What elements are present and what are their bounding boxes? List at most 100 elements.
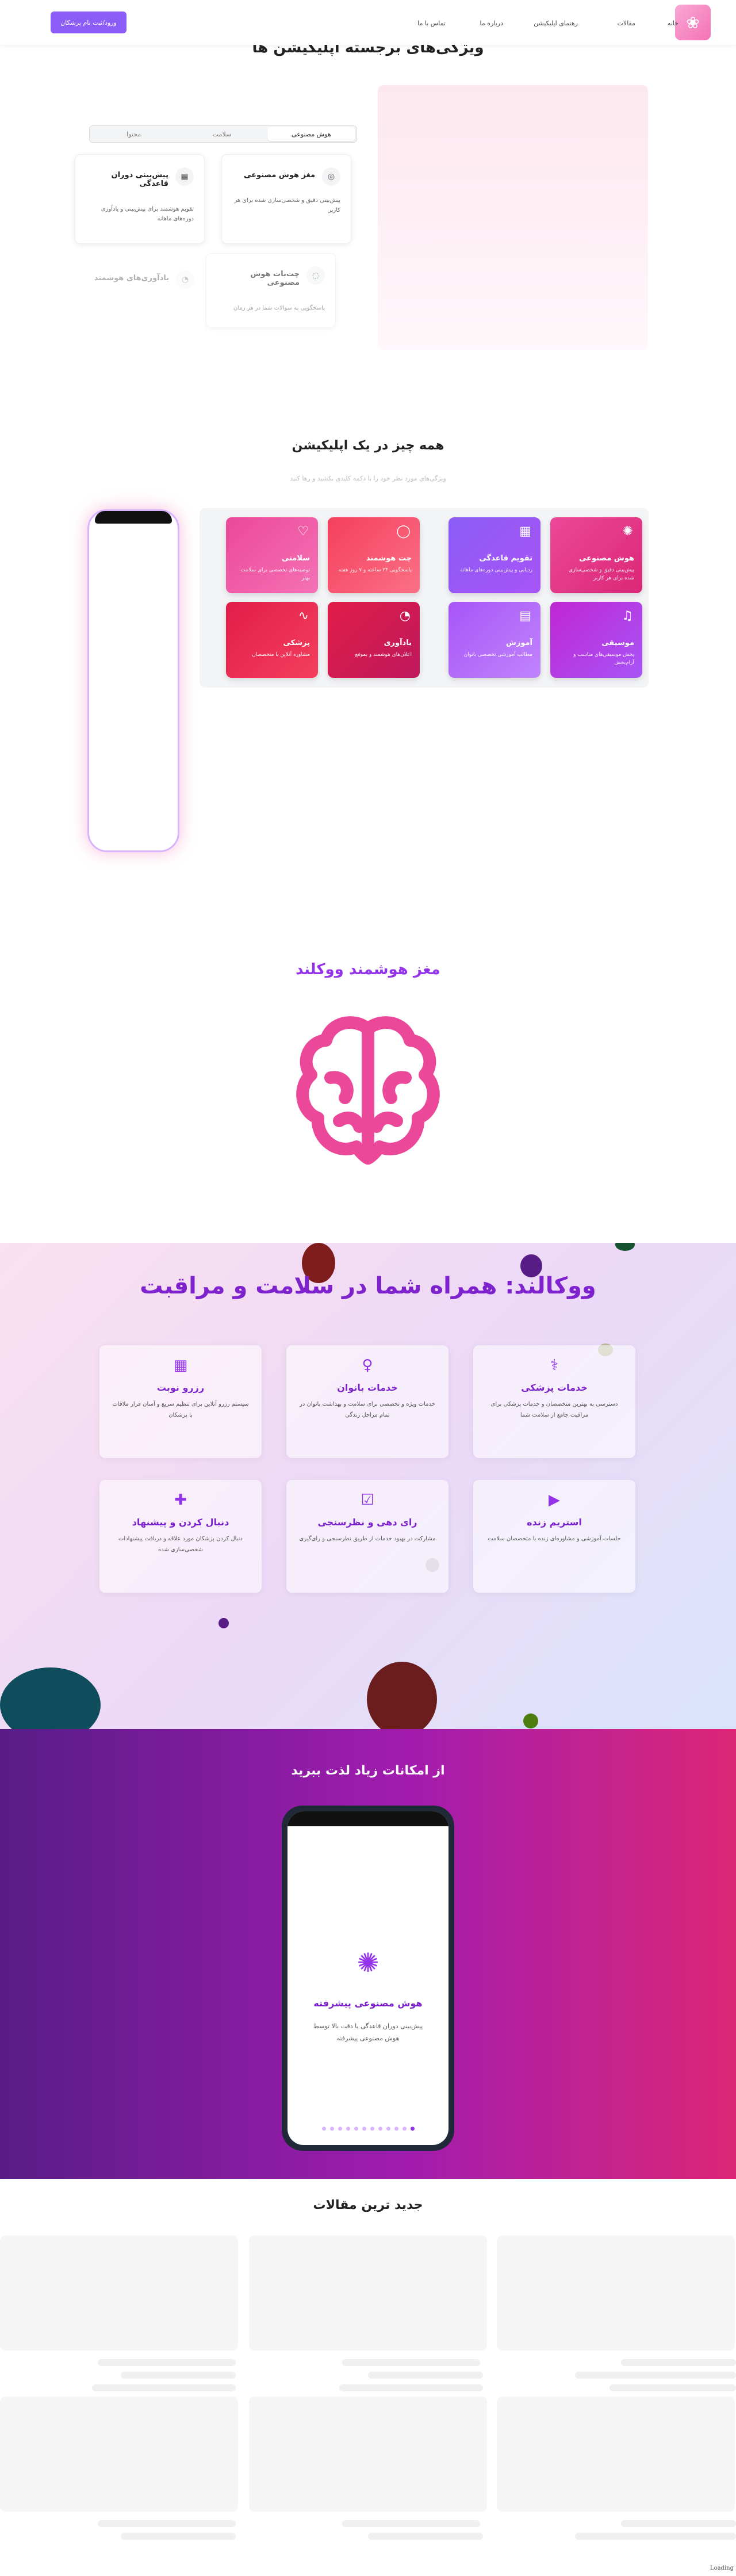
nav-about[interactable]: درباره ما: [480, 20, 503, 27]
skeleton-line: [98, 2359, 236, 2366]
grid-card-health[interactable]: ♡ سلامتی توصیه‌های تخصصی برای سلامت بهتر: [226, 517, 318, 593]
feature-card-title: یادآوری‌های هوشمند: [94, 274, 169, 283]
doctor-icon: ⚕: [550, 1357, 559, 1374]
slide-dot[interactable]: [410, 2127, 415, 2131]
header: ❀ خانه مقالات رهنمای اپلیکیشن درباره ما …: [0, 0, 736, 45]
slide-title: هوش مصنوعی پیشرفته: [313, 1998, 423, 2009]
grid-card-desc: اعلان‌های هوشمند و بموقع: [355, 652, 412, 658]
bell-icon: ◔: [399, 609, 411, 623]
slide-dot[interactable]: [346, 2127, 350, 2131]
grid-card-reminder[interactable]: ◔ یادآوری اعلان‌های هوشمند و بموقع: [328, 602, 420, 678]
service-card-desc: دسترسی به بهترین متخصصان و خدمات پزشکی ب…: [490, 1401, 618, 1418]
skeleton-line: [92, 2384, 236, 2391]
grid-card-music[interactable]: ♫ موسیقی پخش موسیقی‌های مناسب و آرام‌بخش: [550, 602, 642, 678]
nav-home[interactable]: خانه: [668, 20, 678, 27]
slide-dot[interactable]: [338, 2127, 342, 2131]
grid-card-ai[interactable]: ✺ هوش مصنوعی پیش‌بینی دقیق و شخصی‌سازی ش…: [550, 517, 642, 593]
grid-card-desc: توصیه‌های تخصصی برای سلامت بهتر: [240, 567, 310, 582]
services-title: ووکالند: همراه شما در سلامت و مراقبت: [140, 1273, 596, 1299]
skeleton-line: [121, 2372, 236, 2379]
slide-dot[interactable]: [362, 2127, 366, 2131]
grid-card-title: پزشکی: [283, 639, 310, 647]
feature-card-reminder[interactable]: ◔ یادآوری‌های هوشمند: [75, 258, 205, 321]
grid-card-desc: مطالب آموزشی تخصصی بانوان: [463, 652, 532, 658]
tab-health[interactable]: سلامت: [178, 126, 266, 142]
slide-dot[interactable]: [394, 2127, 398, 2131]
feature-preview-panel: [378, 85, 648, 350]
grid-card-title: تقویم قاعدگی: [479, 554, 533, 563]
user-plus-icon: ✚: [174, 1491, 187, 1509]
phone-top-bar: [288, 1811, 448, 1826]
doctor-login-button[interactable]: ورود/ثبت نام پزشکان: [51, 12, 126, 33]
skeleton-line: [342, 2359, 480, 2366]
skeleton-line: [575, 2372, 736, 2379]
slide-dot[interactable]: [329, 2127, 334, 2131]
phone-notch: [95, 511, 172, 524]
decor-blob: [0, 1667, 101, 1729]
service-card-desc: مشارکت در بهبود خدمات از طریق نظرسنجی و …: [299, 1536, 436, 1542]
enjoy-title: از امکانات زیاد لذت ببرید: [291, 1764, 445, 1778]
calendar-icon: ▦: [175, 167, 194, 186]
vote-icon: ☑: [361, 1491, 374, 1509]
service-card-title: خدمات بانوان: [337, 1382, 398, 1393]
nav-app-guide[interactable]: رهنمای اپلیکیشن: [534, 20, 578, 27]
chat-icon: ◯: [396, 524, 411, 539]
grid-card-calendar[interactable]: ▦ تقویم قاعدگی ردیابی و پیش‌بینی دوره‌ها…: [448, 517, 540, 593]
service-card-desc: خدمات ویژه و تخصصی برای سلامت و بهداشت ب…: [299, 1401, 436, 1418]
grid-card-medical[interactable]: ∿ پزشکی مشاوره آنلاین با متخصصان: [226, 602, 318, 678]
service-card-title: استریم زنده: [527, 1517, 582, 1528]
service-card-vote[interactable]: ☑ رای دهی و نظرسنجی مشارکت در بهبود خدما…: [286, 1480, 448, 1593]
slide-dot[interactable]: [402, 2127, 407, 2131]
service-card-desc: جلسات آموزشی و مشاوره‌ای زنده با متخصصان…: [488, 1536, 621, 1542]
service-card-title: دنبال کردن و پیشنهاد: [132, 1517, 229, 1528]
article-card-skeleton: [0, 2396, 238, 2512]
slide-dot[interactable]: [386, 2127, 390, 2131]
app-logo[interactable]: ❀: [675, 5, 711, 40]
service-card-women[interactable]: ♀ خدمات بانوان خدمات ویژه و تخصصی برای س…: [286, 1345, 448, 1458]
skeleton-line: [342, 2520, 480, 2527]
skeleton-line: [621, 2359, 736, 2366]
book-icon: ▤: [519, 609, 531, 623]
slide-dot[interactable]: [321, 2127, 326, 2131]
service-card-follow[interactable]: ✚ دنبال کردن و پیشنهاد دنبال کردن پزشکان…: [99, 1480, 262, 1593]
slide-dot[interactable]: [378, 2127, 382, 2131]
decor-blob: [615, 1243, 635, 1251]
grid-card-desc: ردیابی و پیش‌بینی دوره‌های ماهانه: [460, 567, 532, 573]
feature-card-period[interactable]: ▦ پیش‌بینی دوران قاعدگی تقویم هوشمند برا…: [75, 154, 205, 244]
grid-card-chat[interactable]: ◯ چت هوشمند پاسخگویی ۲۴ ساعته و ۷ روز هف…: [328, 517, 420, 593]
skeleton-line: [98, 2520, 236, 2527]
service-card-medical[interactable]: ⚕ خدمات پزشکی دسترسی به بهترین متخصصان و…: [473, 1345, 635, 1458]
phone-screen: ✺ هوش مصنوعی پیشرفته پیش‌بینی دوران قاعد…: [288, 1811, 448, 2145]
all-in-one-subtitle: ویژگی‌های مورد نظر خود را با دکمه کلیدی …: [290, 475, 446, 482]
feature-card-desc: پاسخگویی به سوالات شما در هر زمان: [233, 305, 325, 311]
skeleton-line: [368, 2372, 483, 2379]
phone-drop-zone[interactable]: [87, 509, 179, 852]
brain-icon: [296, 1016, 440, 1165]
skeleton-line: [621, 2520, 736, 2527]
grid-card-desc: پاسخگویی ۲۴ ساعته و ۷ روز هفته: [338, 567, 412, 573]
brain-icon: ✺: [622, 524, 633, 539]
service-card-booking[interactable]: ▦ رزرو نوبت سیستم رزرو آنلاین برای تنظیم…: [99, 1345, 262, 1458]
pulse-icon: ∿: [298, 609, 309, 623]
grid-card-education[interactable]: ▤ آموزش مطالب آموزشی تخصصی بانوان: [448, 602, 540, 678]
all-in-one-title: همه چیز در یک اپلیکیشن: [292, 438, 444, 453]
feature-card-chatbot[interactable]: ◌ چت‌بات هوش مصنوعی پاسخگویی به سوالات ش…: [206, 253, 336, 328]
feature-card-ai-brain[interactable]: ◎ مغز هوش مصنوعی پیش‌بینی دقیق و شخصی‌سا…: [221, 154, 351, 244]
nav-articles[interactable]: مقالات: [618, 20, 635, 27]
brain-icon: ✺: [356, 1947, 379, 1978]
skeleton-line: [368, 2533, 483, 2540]
slide-dot[interactable]: [354, 2127, 358, 2131]
slide-dot[interactable]: [370, 2127, 374, 2131]
tab-ai[interactable]: هوش مصنوعی: [267, 127, 355, 141]
feature-grid: ✺ هوش مصنوعی پیش‌بینی دقیق و شخصی‌سازی ش…: [200, 508, 649, 688]
article-card-skeleton: [497, 2396, 735, 2512]
video-icon: ▶: [549, 1491, 560, 1509]
article-card-skeleton: [249, 2235, 487, 2350]
music-icon: ♫: [622, 609, 633, 623]
grid-card-desc: پیش‌بینی دقیق و شخصی‌سازی شده برای هر کا…: [569, 567, 634, 582]
phone-slider[interactable]: ✺ هوش مصنوعی پیشرفته پیش‌بینی دوران قاعد…: [282, 1806, 454, 2151]
grid-card-desc: پخش موسیقی‌های مناسب و آرام‌بخش: [573, 652, 634, 666]
tab-content[interactable]: محتوا: [90, 126, 178, 142]
nav-contact[interactable]: تماس با ما: [417, 20, 446, 27]
service-card-live[interactable]: ▶ استریم زنده جلسات آموزشی و مشاوره‌ای ز…: [473, 1480, 635, 1593]
